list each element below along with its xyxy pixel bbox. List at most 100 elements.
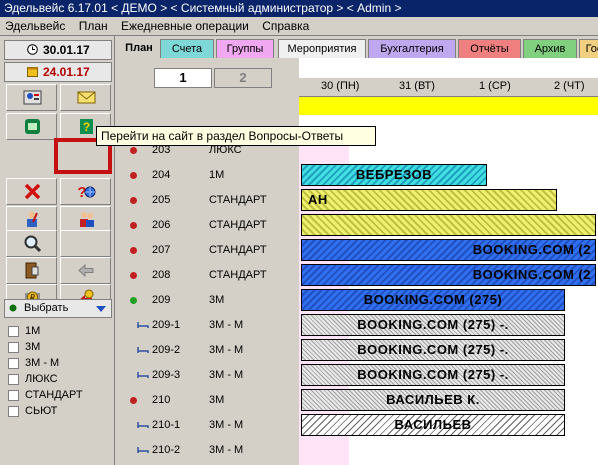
room-status-dot <box>130 397 137 404</box>
checkout-button[interactable] <box>60 257 111 284</box>
tooltip: Перейти на сайт в раздел Вопросы-Ответы <box>96 126 376 146</box>
chevron-down-icon[interactable] <box>94 303 108 315</box>
other-date-box[interactable]: 24.01.17 <box>4 62 112 82</box>
guests-button[interactable] <box>60 206 111 233</box>
room-number: 209-2 <box>152 344 181 356</box>
checkbox[interactable] <box>8 406 19 417</box>
page-2-button[interactable]: 2 <box>214 68 272 88</box>
bed-icon <box>137 322 149 328</box>
filter-item[interactable]: СТАНДАРТ <box>6 387 110 403</box>
tab-bar: План Счета Группы Мероприятия Бухгалтери… <box>115 36 598 58</box>
help-globe-icon: ? <box>77 184 96 201</box>
tab-events[interactable]: Мероприятия <box>278 39 366 58</box>
filter-item[interactable]: 3М <box>6 339 110 355</box>
room-type: СТАНДАРТ <box>209 219 267 231</box>
faq-website-button[interactable]: ? <box>60 178 111 205</box>
room-number: 206 <box>152 219 171 231</box>
booking-bar[interactable]: BOOKING.COM (2 <box>301 239 596 261</box>
booking-bar[interactable]: BOOKING.COM (275) -. <box>301 339 565 361</box>
checkin-button[interactable] <box>6 257 57 284</box>
day-header: 1 (СР) <box>479 80 511 92</box>
checkbox[interactable] <box>8 358 19 369</box>
guest-action-button[interactable] <box>6 206 57 233</box>
select-label: Выбрать <box>24 302 69 314</box>
room-row[interactable]: 210-2 3М - М <box>115 438 598 463</box>
room-number: 205 <box>152 194 171 206</box>
filter-item[interactable]: 1М <box>6 323 110 339</box>
envelope-icon <box>77 91 96 104</box>
room-number: 210-1 <box>152 419 181 431</box>
calendar-icon <box>27 67 38 77</box>
menu-bar: Эдельвейс План Ежедневные операции Справ… <box>0 17 598 36</box>
select-dropdown[interactable]: Выбрать <box>4 299 112 318</box>
left-toolbar-panel: 30.01.17 24.01.17 ? ? ₽ Выбрать 1М 3М 3М… <box>0 36 115 465</box>
status-dot-icon <box>9 304 17 312</box>
booking-bar[interactable]: BOOKING.COM (275) -. <box>301 314 565 336</box>
search-icon <box>24 235 42 253</box>
room-type: 1М <box>209 169 225 181</box>
room-type: 3М <box>209 394 225 406</box>
checkbox[interactable] <box>8 326 19 337</box>
tab-plan[interactable]: План <box>118 39 160 58</box>
checkbox[interactable] <box>8 374 19 385</box>
room-number: 207 <box>152 244 171 256</box>
filter-item[interactable]: ЛЮКС <box>6 371 110 387</box>
messages-button[interactable] <box>60 84 111 111</box>
phone-icon <box>25 119 40 134</box>
bed-icon <box>137 347 149 353</box>
bed-icon <box>137 447 149 453</box>
day-header: 30 (ПН) <box>321 80 360 92</box>
day-header: 31 (ВТ) <box>399 80 435 92</box>
booking-bar[interactable]: BOOKING.COM (275) -. <box>301 364 565 386</box>
booking-bar[interactable]: ВЕБРЕЗОВ <box>301 164 487 186</box>
tab-archive[interactable]: Архив <box>523 39 577 58</box>
tab-invoices[interactable]: Счета <box>160 39 214 58</box>
booking-bar[interactable]: BOOKING.COM (275) <box>301 289 565 311</box>
room-type: 3М - М <box>209 419 244 431</box>
tab-gos[interactable]: Гос <box>579 39 598 58</box>
close-icon <box>24 183 41 200</box>
menu-help[interactable]: Справка <box>257 17 314 35</box>
booking-bar[interactable]: BOOKING.COM (2 <box>301 264 596 286</box>
page-1-button[interactable]: 1 <box>154 68 212 88</box>
booking-bar[interactable] <box>301 214 596 236</box>
room-type: СТАНДАРТ <box>209 269 267 281</box>
delete-button[interactable] <box>6 178 57 205</box>
help-book-icon: ? <box>80 119 93 134</box>
arrow-left-icon <box>78 263 94 278</box>
current-date-box[interactable]: 30.01.17 <box>4 40 112 60</box>
tab-groups[interactable]: Группы <box>216 39 274 58</box>
room-type: 3М - М <box>209 344 244 356</box>
tab-reports[interactable]: Отчёты <box>458 39 521 58</box>
window-title: Эдельвейс 6.17.01 < ДЕМО > < Системный а… <box>0 0 598 17</box>
room-status-dot <box>130 147 137 154</box>
booking-bar[interactable]: АН <box>301 189 557 211</box>
menu-edelweiss[interactable]: Эдельвейс <box>0 17 70 35</box>
booking-bar[interactable]: ВАСИЛЬЕВ <box>301 414 565 436</box>
room-number: 204 <box>152 169 171 181</box>
tab-accounting[interactable]: Бухгалтерия <box>368 39 456 58</box>
checkbox[interactable] <box>8 390 19 401</box>
empty-button <box>60 230 111 257</box>
room-number: 210-2 <box>152 444 181 456</box>
room-number: 208 <box>152 269 171 281</box>
booking-bar[interactable]: ВАСИЛЬЕВ К. <box>301 389 565 411</box>
search-button[interactable] <box>6 230 57 257</box>
guest-card-button[interactable] <box>6 84 57 111</box>
calendar-today-strip <box>299 97 598 115</box>
menu-daily-operations[interactable]: Ежедневные операции <box>116 17 254 35</box>
door-icon <box>25 262 39 279</box>
room-number: 209-1 <box>152 319 181 331</box>
calendar-month-strip <box>299 58 598 79</box>
room-type: 3М <box>209 294 225 306</box>
room-type: 3М - М <box>209 444 244 456</box>
filter-item[interactable]: 3М - М <box>6 355 110 371</box>
room-number: 209-3 <box>152 369 181 381</box>
room-status-dot <box>130 272 137 279</box>
bed-icon <box>137 422 149 428</box>
room-status-dot <box>130 297 137 304</box>
menu-plan[interactable]: План <box>74 17 113 35</box>
checkbox[interactable] <box>8 342 19 353</box>
filter-item[interactable]: СЬЮТ <box>6 403 110 419</box>
phone-button[interactable] <box>6 113 57 140</box>
